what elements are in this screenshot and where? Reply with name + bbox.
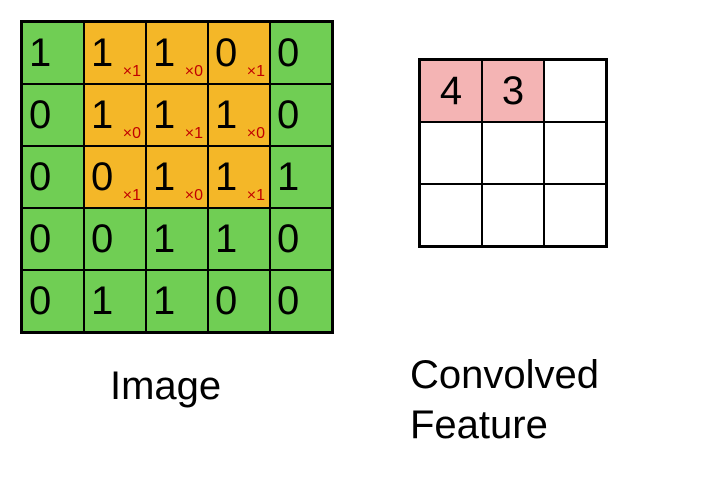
image-cell: 0 — [22, 208, 84, 270]
image-cell-value: 0 — [23, 85, 83, 145]
image-cell-value: 1 — [23, 23, 83, 83]
image-cell: 1 — [146, 270, 208, 332]
feature-cell-value: 3 — [483, 61, 543, 121]
image-cell: 0 — [22, 270, 84, 332]
kernel-weight-subscript: ×0 — [247, 125, 265, 143]
image-cell-highlighted: 0×1 — [84, 146, 146, 208]
feature-map-label: Convolved Feature — [410, 350, 710, 450]
image-cell-value: 1 — [85, 271, 145, 331]
feature-cell-empty — [544, 184, 606, 246]
image-cell-highlighted: 1×0 — [208, 84, 270, 146]
image-cell-value: 1 — [271, 147, 331, 207]
kernel-weight-subscript: ×1 — [247, 187, 265, 205]
image-cell-value: 0 — [23, 271, 83, 331]
convolved-feature-grid: 43 — [418, 58, 608, 248]
input-image-label: Image — [110, 364, 221, 409]
feature-cell-computed: 3 — [482, 60, 544, 122]
image-cell: 0 — [84, 208, 146, 270]
kernel-weight-subscript: ×1 — [247, 63, 265, 81]
image-cell-value: 0 — [271, 23, 331, 83]
kernel-weight-subscript: ×0 — [123, 125, 141, 143]
kernel-weight-subscript: ×1 — [123, 187, 141, 205]
image-cell: 0 — [22, 146, 84, 208]
image-cell: 0 — [22, 84, 84, 146]
feature-cell-empty — [544, 122, 606, 184]
image-cell: 1 — [270, 146, 332, 208]
feature-cell-computed: 4 — [420, 60, 482, 122]
image-cell-value: 0 — [209, 271, 269, 331]
feature-cell-empty — [482, 184, 544, 246]
image-cell-highlighted: 1×1 — [146, 84, 208, 146]
input-image-grid: 11×11×00×1001×01×11×0000×11×01×110011001… — [20, 20, 334, 334]
feature-cell-empty — [482, 122, 544, 184]
image-cell-highlighted: 1×0 — [146, 22, 208, 84]
image-cell-highlighted: 1×1 — [84, 22, 146, 84]
kernel-weight-subscript: ×0 — [185, 63, 203, 81]
image-cell-highlighted: 0×1 — [208, 22, 270, 84]
image-cell: 1 — [22, 22, 84, 84]
image-cell-highlighted: 1×0 — [84, 84, 146, 146]
feature-cell-empty — [420, 122, 482, 184]
image-cell-value: 0 — [271, 271, 331, 331]
image-cell-highlighted: 1×0 — [146, 146, 208, 208]
feature-cell-empty — [544, 60, 606, 122]
image-cell: 0 — [208, 270, 270, 332]
feature-cell-empty — [420, 184, 482, 246]
kernel-weight-subscript: ×0 — [185, 187, 203, 205]
image-cell-value: 1 — [147, 209, 207, 269]
image-cell: 1 — [84, 270, 146, 332]
image-cell-value: 0 — [23, 147, 83, 207]
image-cell-value: 0 — [85, 209, 145, 269]
image-cell: 1 — [208, 208, 270, 270]
image-cell-value: 0 — [23, 209, 83, 269]
feature-cell-value: 4 — [421, 61, 481, 121]
image-cell-value: 0 — [271, 209, 331, 269]
image-cell: 0 — [270, 84, 332, 146]
image-cell: 0 — [270, 270, 332, 332]
image-cell-value: 0 — [271, 85, 331, 145]
kernel-weight-subscript: ×1 — [123, 63, 141, 81]
image-cell: 0 — [270, 22, 332, 84]
kernel-weight-subscript: ×1 — [185, 125, 203, 143]
image-cell-highlighted: 1×1 — [208, 146, 270, 208]
image-cell: 0 — [270, 208, 332, 270]
image-cell: 1 — [146, 208, 208, 270]
image-cell-value: 1 — [147, 271, 207, 331]
image-cell-value: 1 — [209, 209, 269, 269]
